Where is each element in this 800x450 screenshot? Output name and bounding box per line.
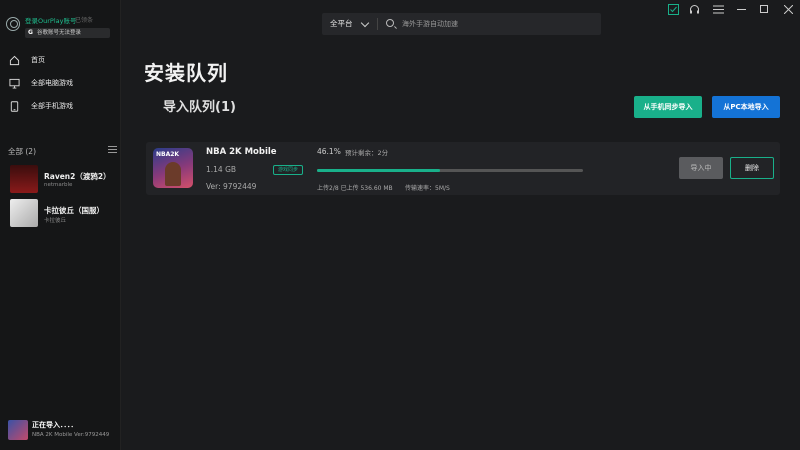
app-window: 登录OurPlay账号 已领条 G 谷歌账号无法登录 首页 全部电脑游戏 全部手… [0,0,800,450]
nav-item-mobile-games[interactable]: 全部手机游戏 [0,97,121,115]
checkin-icon[interactable] [666,2,680,16]
queue-game-name: NBA 2K Mobile [206,147,277,157]
game-title: 卡拉彼丘（国服） [44,206,104,215]
import-status-footer[interactable]: 正在导入．．．． NBA 2K Mobile Ver:9792449 [8,420,120,442]
search-input[interactable] [402,13,592,35]
game-thumbnail: NBA2K [153,148,193,188]
queue-game-version: Ver: 9792449 [206,182,257,191]
maximize-icon[interactable] [757,2,771,16]
game-publisher: 卡拉彼丘 [44,218,67,224]
game-list-item[interactable]: Raven2（渡鸦2） netmarble [10,165,120,195]
progress-bar [317,169,583,172]
home-icon [9,55,20,65]
nav-item-label: 首页 [31,56,45,64]
footer-status-sub: NBA 2K Mobile Ver:9792449 [32,432,110,438]
headset-icon[interactable] [687,2,701,16]
main-content: 全平台 安装队列 [121,0,800,450]
time-remaining: 预计剩余：2分 [345,149,389,157]
list-view-icon[interactable] [108,146,117,154]
search-divider [377,18,378,30]
platform-select[interactable]: 全平台 [330,13,353,35]
footer-status-title: 正在导入．．．． [32,421,78,429]
sidebar: 登录OurPlay账号 已领条 G 谷歌账号无法登录 首页 全部电脑游戏 全部手… [0,0,121,450]
game-publisher: netmarble [44,182,73,188]
section-title: 全部 (2) [8,147,37,156]
sync-badge: 游戏同步 [273,165,304,175]
chevron-down-icon[interactable] [360,18,370,28]
thumb-logo: NBA2K [156,151,180,158]
transfer-info: 上传2/8 已上传 536.60 MB [317,185,393,192]
monitor-icon [9,78,20,89]
nav-item-pc-games[interactable]: 全部电脑游戏 [0,74,121,92]
progress-fill [317,169,440,172]
footer-game-thumbnail [8,420,28,440]
minimize-icon[interactable] [734,2,748,16]
queue-game-size: 1.14 GB [206,165,237,174]
import-from-phone-button[interactable]: 从手机同步导入 [634,96,702,118]
profile-area: 登录OurPlay账号 已领条 G 谷歌账号无法登录 [0,0,120,48]
login-link[interactable]: 登录OurPlay账号 [25,15,76,25]
importing-button[interactable]: 导入中 [679,157,723,179]
delete-button[interactable]: 删除 [730,157,774,179]
nav-item-label: 全部手机游戏 [31,102,73,110]
queue-title: 导入队列(1) [163,100,236,115]
game-list-item[interactable]: 卡拉彼丘（国服） 卡拉彼丘 [10,199,120,229]
google-account-chip[interactable]: G 谷歌账号无法登录 [25,28,110,38]
top-bar: 全平台 [121,0,800,48]
phone-icon [10,100,19,112]
game-title: Raven2（渡鸦2） [44,172,111,181]
menu-icon[interactable] [711,2,725,16]
import-from-pc-button[interactable]: 从PC本地导入 [712,96,780,118]
game-thumbnail [10,199,38,227]
queue-item-card: NBA2K NBA 2K Mobile 1.14 GB 游戏同步 Ver: 97… [146,142,780,195]
game-thumbnail [10,165,38,193]
nav-item-label: 全部电脑游戏 [31,79,73,87]
progress-percent: 46.1% [317,147,341,156]
nav-item-home[interactable]: 首页 [0,51,121,69]
login-status: 已领条 [75,17,94,24]
google-icon: G [28,29,33,36]
close-icon[interactable] [781,2,795,16]
transfer-rate: 传输速率：5M/S [405,185,450,192]
google-chip-label: 谷歌账号无法登录 [37,30,82,36]
search-bar: 全平台 [322,13,601,35]
search-icon [386,19,394,27]
avatar-icon[interactable] [6,17,20,31]
page-title: 安装队列 [144,61,228,85]
